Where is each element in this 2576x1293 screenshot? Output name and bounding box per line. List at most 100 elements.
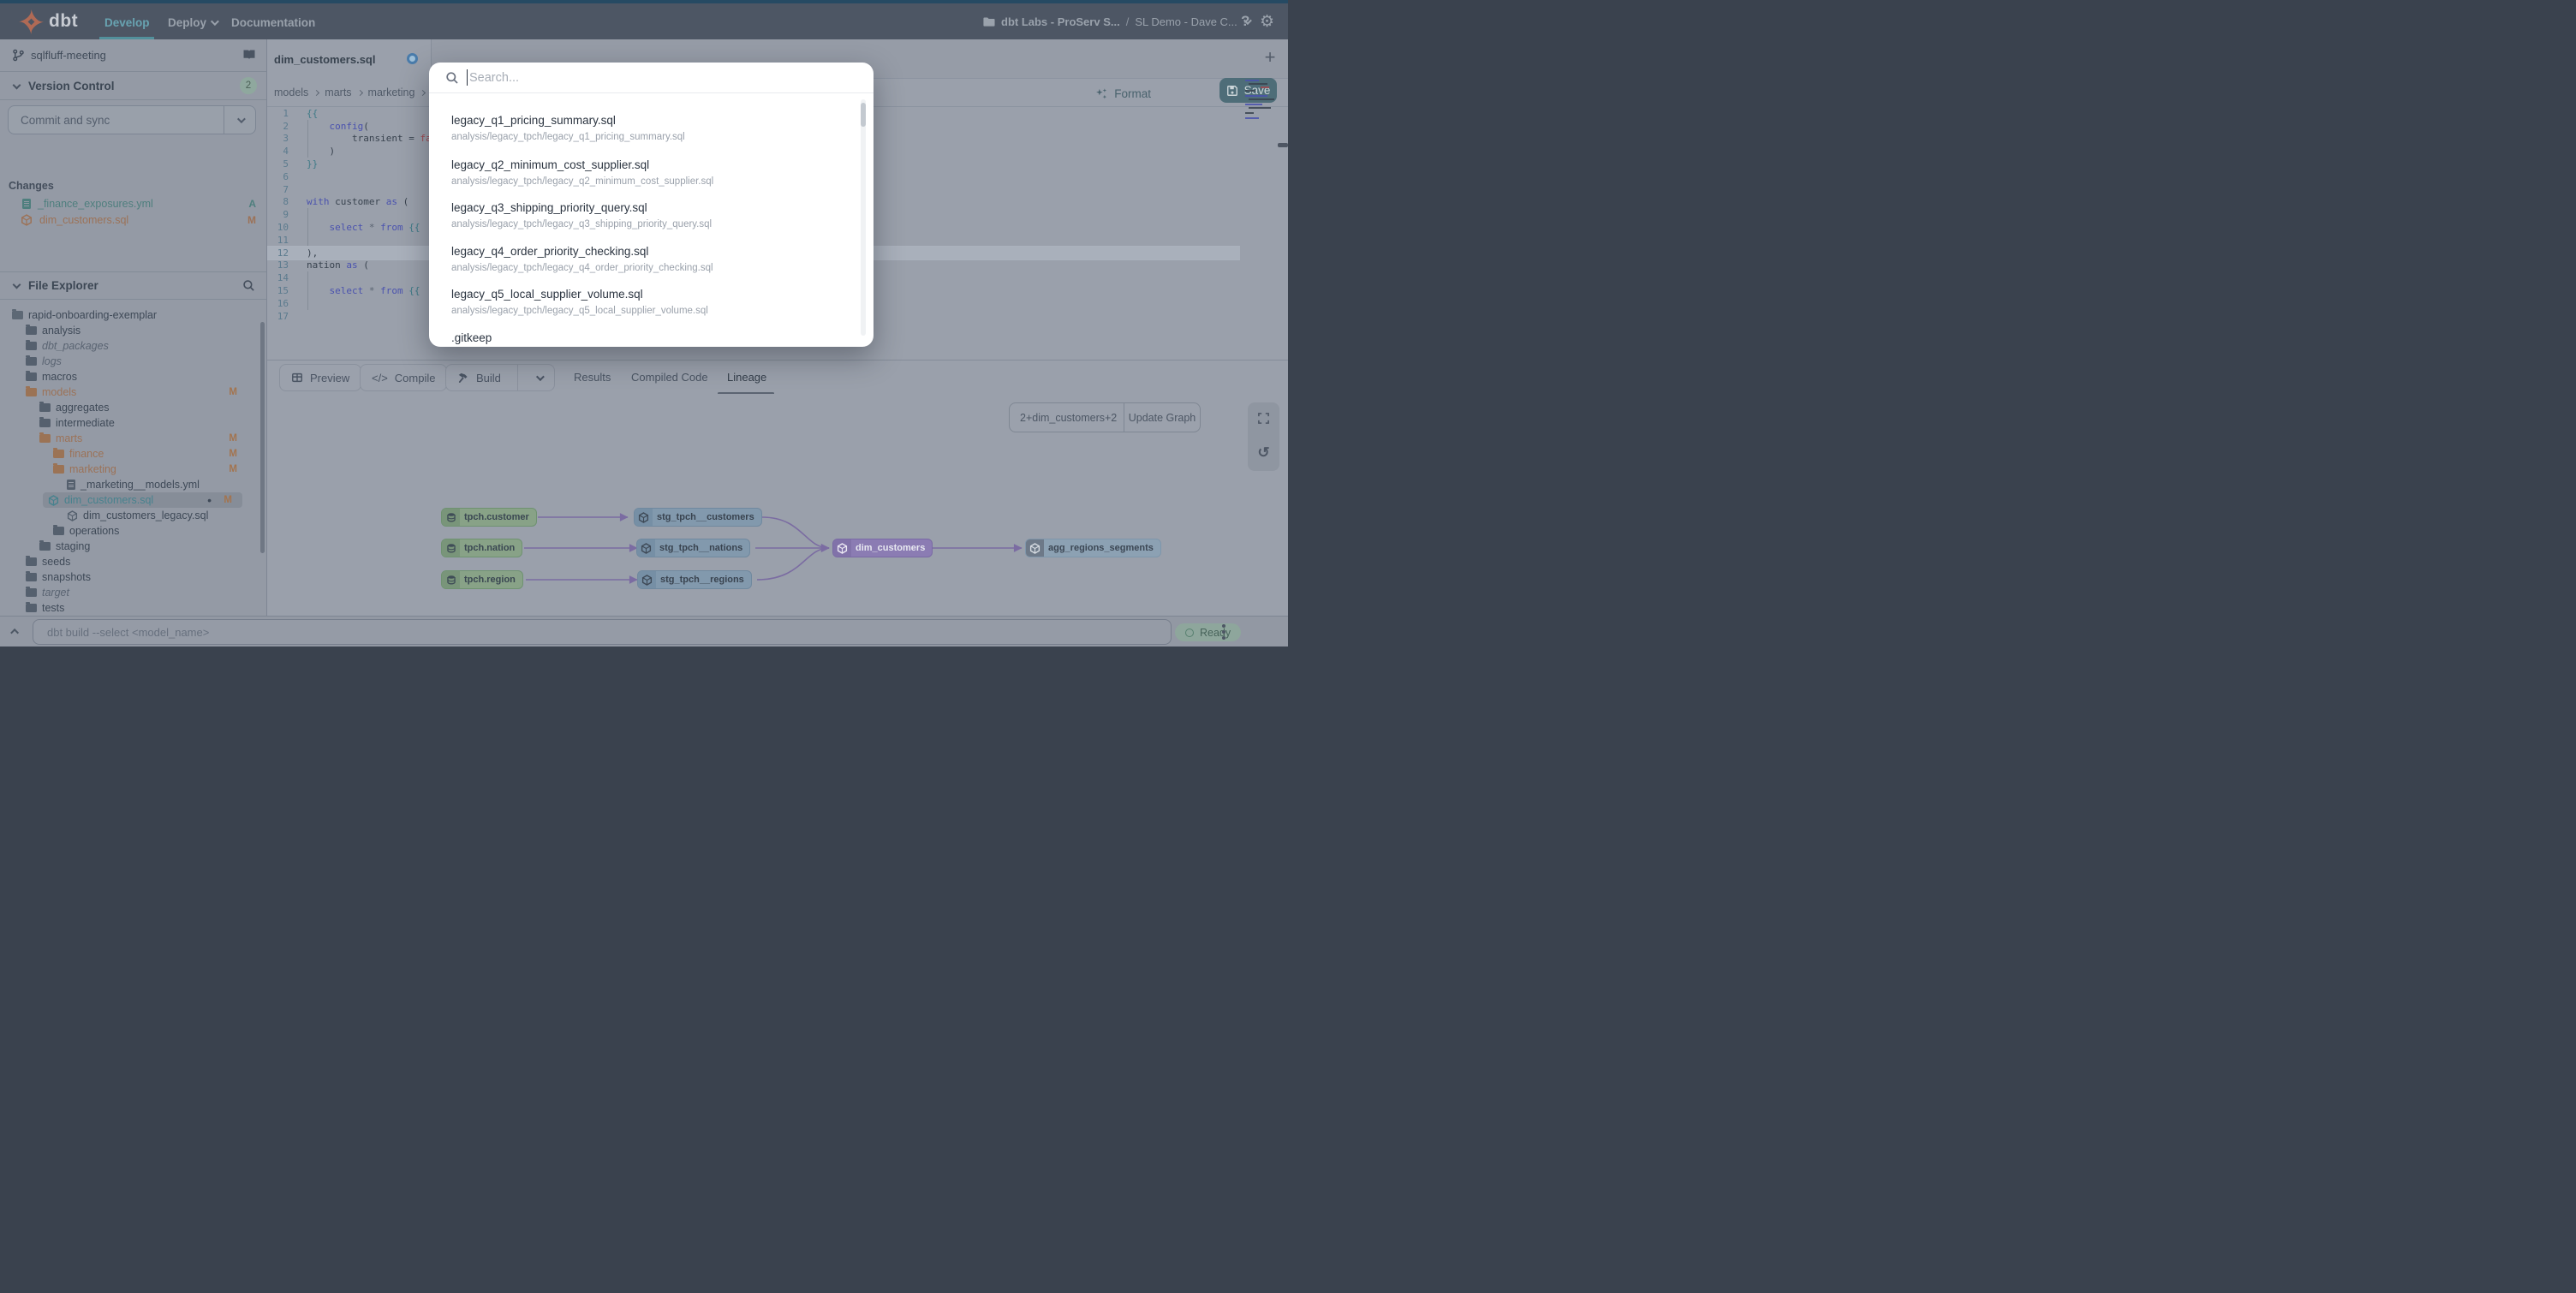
model-cube-icon: [637, 539, 655, 557]
new-tab-button[interactable]: +: [1259, 46, 1281, 69]
nav-develop[interactable]: Develop: [104, 16, 150, 29]
lineage-selector-group: 2+dim_customers+2 Update Graph: [1009, 402, 1201, 432]
text-caret: [467, 69, 468, 86]
project-name[interactable]: SL Demo - Dave C...: [1135, 15, 1237, 28]
search-result[interactable]: legacy_q3_shipping_priority_query.sql an…: [451, 201, 828, 229]
changed-file-row[interactable]: _finance_exposures.yml A: [0, 195, 267, 212]
tree-item[interactable]: logs: [0, 354, 267, 369]
code-icon: </>: [372, 371, 388, 384]
lineage-node-source[interactable]: tpch.customer: [441, 508, 537, 527]
chevron-right-icon: [313, 89, 320, 96]
commit-and-sync-button[interactable]: Commit and sync: [8, 105, 256, 134]
status-badge: M: [247, 213, 256, 226]
tree-item[interactable]: tests: [0, 600, 267, 616]
tree-item[interactable]: snapshots: [0, 569, 267, 585]
tab-results[interactable]: Results: [574, 371, 611, 384]
lineage-selector-input[interactable]: 2+dim_customers+2: [1010, 403, 1124, 432]
folder-icon: [26, 587, 37, 597]
tree-item[interactable]: aggregates: [0, 400, 267, 415]
lineage-node-focus[interactable]: dim_customers: [832, 539, 933, 557]
breadcrumb-item[interactable]: marketing: [368, 86, 415, 98]
modified-badge: M: [229, 464, 237, 474]
chevron-up-icon[interactable]: [10, 628, 20, 637]
file-explorer-header[interactable]: File Explorer: [0, 272, 267, 299]
lineage-node-model[interactable]: agg_regions_segments: [1025, 539, 1161, 557]
search-result[interactable]: legacy_q2_minimum_cost_supplier.sql anal…: [451, 158, 828, 187]
tree-item[interactable]: dbt_packages: [0, 338, 267, 354]
scrollbar-thumb[interactable]: [260, 322, 265, 553]
file-search-modal: Search... legacy_q1_pricing_summary.sql …: [429, 63, 874, 347]
database-icon: [442, 509, 460, 526]
account-name: dbt Labs - ProServ S...: [1001, 15, 1120, 28]
breadcrumb-item[interactable]: models: [274, 86, 308, 98]
sparkles-icon: [1095, 87, 1108, 100]
lineage-node-model[interactable]: stg_tpch__customers: [634, 508, 762, 527]
breadcrumb-separator: /: [1125, 15, 1130, 28]
search-result[interactable]: .gitkeep: [451, 331, 828, 344]
tree-item[interactable]: staging: [0, 539, 267, 554]
tab-compiled-code[interactable]: Compiled Code: [631, 371, 708, 384]
lineage-canvas[interactable]: tpch.customer tpch.nation tpch.region st…: [267, 394, 1288, 616]
model-cube-icon: [67, 510, 78, 521]
tree-item[interactable]: _marketing__models.yml: [0, 477, 267, 492]
editor-scrollbar[interactable]: [1278, 143, 1288, 147]
help-button[interactable]: ?: [1241, 3, 1249, 39]
tree-item[interactable]: macros: [0, 369, 267, 384]
search-icon[interactable]: [242, 279, 255, 292]
command-input[interactable]: [33, 619, 1172, 645]
model-cube-icon: [1026, 539, 1044, 557]
commit-options-dropdown[interactable]: [224, 114, 255, 123]
update-graph-button[interactable]: Update Graph: [1124, 403, 1200, 432]
gear-icon[interactable]: ⚙: [1260, 3, 1274, 39]
tree-item[interactable]: operations: [0, 523, 267, 539]
folder-open-icon: [12, 309, 23, 319]
lineage-node-model[interactable]: stg_tpch__regions: [637, 570, 752, 589]
unsaved-dot: •: [207, 493, 212, 507]
docs-book-icon[interactable]: [242, 48, 256, 62]
reset-view-icon[interactable]: ↺: [1257, 444, 1269, 462]
fullscreen-icon[interactable]: [1257, 412, 1270, 425]
tree-item[interactable]: target: [0, 585, 267, 600]
format-button[interactable]: Format: [1095, 83, 1151, 104]
tree-item-root[interactable]: rapid-onboarding-exemplar: [0, 307, 267, 323]
chevron-down-icon: [536, 372, 546, 381]
search-result[interactable]: legacy_q4_order_priority_checking.sql an…: [451, 245, 828, 273]
build-options-dropdown[interactable]: [525, 372, 554, 381]
tree-item-marts[interactable]: marts M: [0, 431, 267, 446]
model-cube-icon: [48, 495, 59, 506]
scrollbar-thumb[interactable]: [861, 103, 866, 127]
folder-icon: [39, 417, 51, 427]
compile-button[interactable]: </> Compile: [360, 364, 448, 391]
lineage-node-source[interactable]: tpch.region: [441, 570, 523, 589]
folder-icon: [39, 540, 51, 551]
search-result[interactable]: legacy_q1_pricing_summary.sql analysis/l…: [451, 114, 828, 142]
tree-item[interactable]: intermediate: [0, 415, 267, 431]
preview-button[interactable]: Preview: [279, 364, 362, 391]
tree-item[interactable]: seeds: [0, 554, 267, 569]
modified-badge: M: [229, 433, 237, 444]
tree-item-marketing[interactable]: marketing M: [0, 462, 267, 477]
modified-badge: M: [229, 387, 237, 397]
tree-item-selected[interactable]: dim_customers.sql • M: [43, 492, 242, 508]
search-result[interactable]: legacy_q5_local_supplier_volume.sql anal…: [451, 288, 828, 316]
tree-item[interactable]: analysis: [0, 323, 267, 338]
tab-lineage[interactable]: Lineage: [727, 371, 766, 384]
tree-item-models[interactable]: models M: [0, 384, 267, 400]
nav-deploy[interactable]: Deploy: [168, 16, 219, 29]
build-button[interactable]: Build: [445, 364, 555, 391]
tree-item-finance[interactable]: finance M: [0, 446, 267, 462]
dbt-logo[interactable]: dbt: [19, 9, 78, 34]
account-breadcrumb[interactable]: dbt Labs - ProServ S... / SL Demo - Dave…: [982, 3, 1252, 39]
modal-search-row[interactable]: Search...: [429, 63, 874, 92]
nav-documentation[interactable]: Documentation: [231, 16, 315, 29]
search-placeholder: Search...: [469, 70, 520, 85]
breadcrumb-item[interactable]: marts: [325, 86, 351, 98]
modified-badge: M: [224, 495, 232, 505]
lineage-node-source[interactable]: tpch.nation: [441, 539, 523, 557]
version-control-header[interactable]: Version Control 2: [0, 72, 267, 99]
branch-row[interactable]: sqlfluff-meeting: [0, 39, 267, 70]
tree-item[interactable]: dim_customers_legacy.sql: [0, 508, 267, 523]
lineage-node-model[interactable]: stg_tpch__nations: [636, 539, 751, 557]
changed-file-row[interactable]: dim_customers.sql M: [0, 212, 267, 228]
kebab-menu-icon[interactable]: [1222, 624, 1225, 628]
